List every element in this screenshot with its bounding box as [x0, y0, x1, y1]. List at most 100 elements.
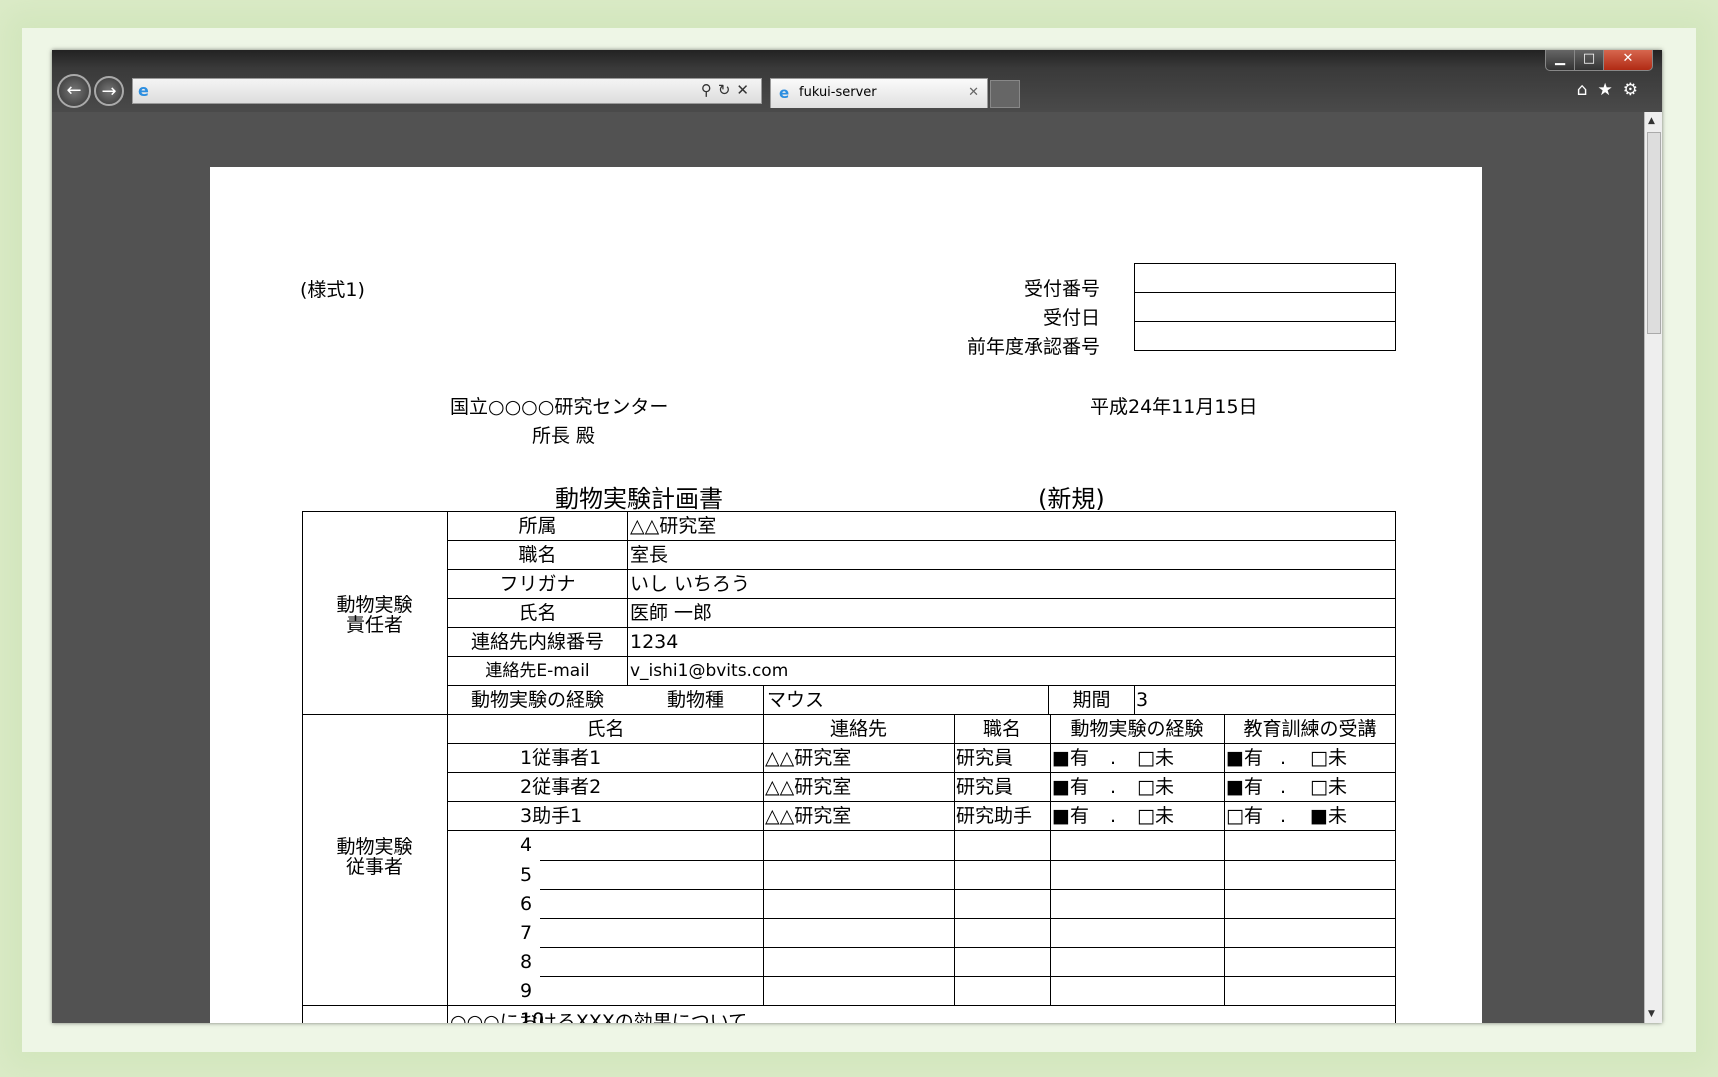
staff-header: 教育訓練の受講 — [1243, 718, 1377, 740]
document-type: (新規) — [1038, 485, 1105, 513]
row-line — [447, 801, 1396, 803]
train-no-checkbox[interactable]: □未 — [1310, 776, 1347, 798]
responsible-field-label: 氏名 — [518, 602, 557, 624]
vertical-scrollbar[interactable]: ▲ ▼ — [1644, 112, 1662, 1023]
train-separator: . — [1280, 776, 1287, 799]
row-line — [447, 627, 1396, 628]
browser-tools: ⌂★⚙ — [1577, 80, 1648, 100]
ie-icon: e — [779, 84, 790, 102]
reception-date-label: 受付日 — [1042, 307, 1100, 329]
tab-fukui-server[interactable]: e fukui-server ✕ — [770, 78, 988, 108]
close-window-button[interactable]: ✕ — [1603, 50, 1653, 71]
train-no-checkbox[interactable]: □未 — [1310, 747, 1347, 769]
responsible-field-value[interactable]: いし いちろう — [630, 573, 750, 595]
reception-number-label: 受付番号 — [1023, 278, 1100, 300]
row-line — [540, 917, 1396, 919]
staff-position[interactable]: 研究助手 — [956, 805, 1032, 827]
responsible-field-value[interactable]: 1234 — [630, 631, 678, 653]
prev-approval-label: 前年度承認番号 — [966, 336, 1100, 358]
staff-name[interactable]: 7 — [520, 922, 532, 944]
staff-header: 氏名 — [586, 718, 625, 740]
species-value[interactable]: マウス — [767, 689, 824, 711]
staff-contact[interactable]: △△研究室 — [765, 776, 851, 798]
staff-contact[interactable]: △△研究室 — [765, 805, 851, 827]
responsible-field-value[interactable]: 室長 — [630, 544, 668, 566]
responsible-label-1: 動物実験 — [336, 594, 413, 616]
staff-name[interactable]: 8 — [520, 951, 532, 973]
row-line — [540, 859, 1396, 861]
staff-position[interactable]: 研究員 — [956, 776, 1013, 798]
train-yes-checkbox[interactable]: ■有 — [1226, 747, 1263, 769]
ie-icon: e — [138, 81, 149, 100]
back-icon[interactable]: ← — [57, 74, 91, 108]
maximize-button[interactable]: □ — [1574, 50, 1604, 71]
row-line — [447, 685, 1396, 686]
responsible-col-line — [627, 511, 628, 685]
reception-row-line — [1134, 321, 1396, 322]
staff-position[interactable]: 研究員 — [956, 747, 1013, 769]
address-bar[interactable]: e ⚲↻✕ — [132, 78, 762, 104]
train-no-checkbox[interactable]: ■未 — [1310, 805, 1347, 827]
refresh-icon[interactable]: ↻ — [718, 81, 737, 99]
staff-name[interactable]: 5 — [520, 864, 532, 886]
responsible-label-2: 責任者 — [345, 614, 403, 636]
responsible-field-value[interactable]: △△研究室 — [630, 515, 716, 537]
document-date: 平成24年11月15日 — [1090, 396, 1258, 418]
train-yes-checkbox[interactable]: ■有 — [1226, 776, 1263, 798]
home-icon[interactable]: ⌂ — [1577, 80, 1598, 100]
staff-label-2: 従事者 — [345, 856, 403, 878]
search-icon[interactable]: ⚲ — [701, 81, 718, 99]
row-line — [447, 656, 1396, 657]
project-title[interactable]: ○○○におけるXXXの効果について — [450, 1011, 747, 1023]
experience-label: 動物実験の経験 — [470, 689, 604, 711]
period-value[interactable]: 3 — [1136, 689, 1148, 711]
scroll-up-icon[interactable]: ▲ — [1648, 116, 1655, 126]
exp-no-checkbox[interactable]: □未 — [1137, 805, 1174, 827]
staff-name[interactable]: 4 — [520, 834, 532, 856]
staff-contact[interactable]: △△研究室 — [765, 747, 851, 769]
staff-name[interactable]: 6 — [520, 893, 532, 915]
responsible-field-value[interactable]: 医師 一郎 — [630, 602, 712, 624]
new-tab-button[interactable] — [990, 80, 1020, 108]
scroll-down-icon[interactable]: ▼ — [1648, 1009, 1655, 1019]
forward-icon[interactable]: → — [94, 76, 124, 106]
row-line — [447, 540, 1396, 541]
exp-yes-checkbox[interactable]: ■有 — [1052, 776, 1089, 798]
responsible-field-value[interactable]: v_ishi1@bvits.com — [630, 660, 788, 682]
recipient-title: 所長 殿 — [532, 425, 596, 447]
staff-label-1: 動物実験 — [336, 836, 413, 858]
minimize-button[interactable]: ▁ — [1545, 50, 1575, 71]
gear-icon[interactable]: ⚙ — [1623, 80, 1648, 100]
staff-name[interactable]: 2従事者2 — [520, 776, 601, 798]
train-yes-checkbox[interactable]: □有 — [1226, 805, 1263, 827]
exp-yes-checkbox[interactable]: ■有 — [1052, 805, 1089, 827]
browser-window: ▁ □ ✕ ← → e ⚲↻✕ e fukui-server ✕ ⌂★⚙ (様式… — [52, 50, 1662, 1023]
responsible-field-label: 連絡先内線番号 — [470, 631, 604, 653]
close-tab-icon[interactable]: ✕ — [968, 79, 979, 107]
row-line — [540, 946, 1396, 948]
recipient-org: 国立○○○○研究センター — [450, 396, 669, 418]
reception-date-field[interactable] — [1135, 293, 1395, 321]
staff-header: 連絡先 — [829, 718, 887, 740]
species-label: 動物種 — [666, 689, 724, 711]
exp-no-checkbox[interactable]: □未 — [1137, 776, 1174, 798]
close-icon[interactable]: ✕ — [736, 81, 755, 99]
document-page: (様式1) 受付番号 受付日 前年度承認番号 国立○○○○研究センター 所長 殿… — [210, 167, 1482, 1023]
scroll-thumb[interactable] — [1647, 132, 1661, 334]
responsible-field-label: フリガナ — [499, 573, 576, 595]
train-separator: . — [1280, 805, 1287, 828]
row-line — [447, 598, 1396, 599]
period-value-line — [1134, 685, 1135, 714]
staff-name[interactable]: 3助手1 — [520, 805, 582, 827]
address-tools: ⚲↻✕ — [701, 81, 755, 99]
staff-name[interactable]: 9 — [520, 980, 532, 1002]
responsible-field-label: 所属 — [518, 515, 557, 537]
staff-header: 職名 — [982, 718, 1021, 740]
exp-yes-checkbox[interactable]: ■有 — [1052, 747, 1089, 769]
staff-name[interactable]: 1従事者1 — [520, 747, 601, 769]
row-line — [447, 830, 1396, 832]
exp-no-checkbox[interactable]: □未 — [1137, 747, 1174, 769]
exp-separator: . — [1110, 747, 1117, 770]
page-viewport: (様式1) 受付番号 受付日 前年度承認番号 国立○○○○研究センター 所長 殿… — [52, 112, 1662, 1023]
star-icon[interactable]: ★ — [1598, 80, 1623, 100]
